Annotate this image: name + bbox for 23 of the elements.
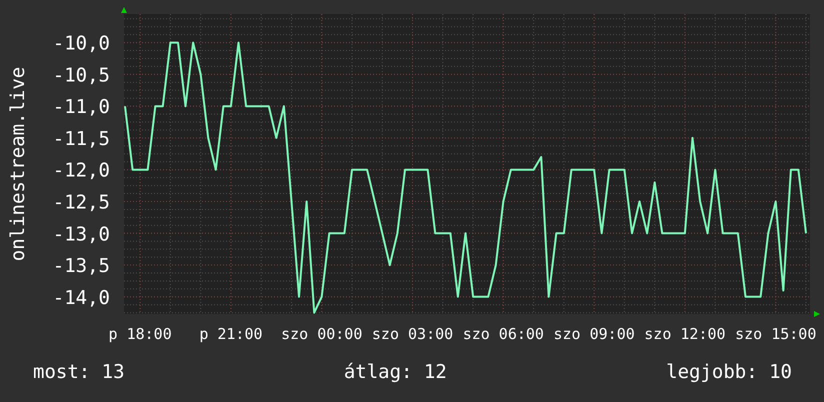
y-axis-title: onlinestream.live — [7, 66, 29, 262]
legend-stat: most: 13 — [33, 360, 125, 385]
legend-stat: legjobb: 10 — [666, 360, 792, 385]
x-tick-label: p 18:00 — [108, 325, 172, 343]
x-tick-label: p 21:00 — [199, 325, 263, 343]
x-tick-label: szo 00:00 — [281, 325, 362, 343]
y-tick-label: -13,0 — [52, 223, 110, 246]
x-tick-label: szo 09:00 — [554, 325, 635, 343]
x-tick-label: szo 15:00 — [735, 325, 816, 343]
axis-arrow-icon — [814, 311, 820, 317]
legend-stat: átlag: 12 — [344, 360, 447, 385]
y-tick-label: -10,5 — [52, 64, 110, 86]
x-tick-label: szo 06:00 — [462, 325, 544, 343]
y-tick-label: -12,0 — [52, 160, 110, 182]
y-tick-label: -11,0 — [52, 96, 110, 118]
y-tick-label: -14,0 — [52, 286, 110, 309]
y-tick-label: -13,5 — [52, 255, 110, 278]
y-tick-label: -10,0 — [52, 32, 110, 55]
y-tick-label: -11,5 — [52, 128, 110, 150]
x-tick-label: szo 03:00 — [372, 325, 454, 343]
axis-arrow-icon — [121, 7, 127, 13]
x-tick-label: szo 12:00 — [644, 325, 726, 343]
y-tick-label: -12,5 — [52, 192, 110, 214]
